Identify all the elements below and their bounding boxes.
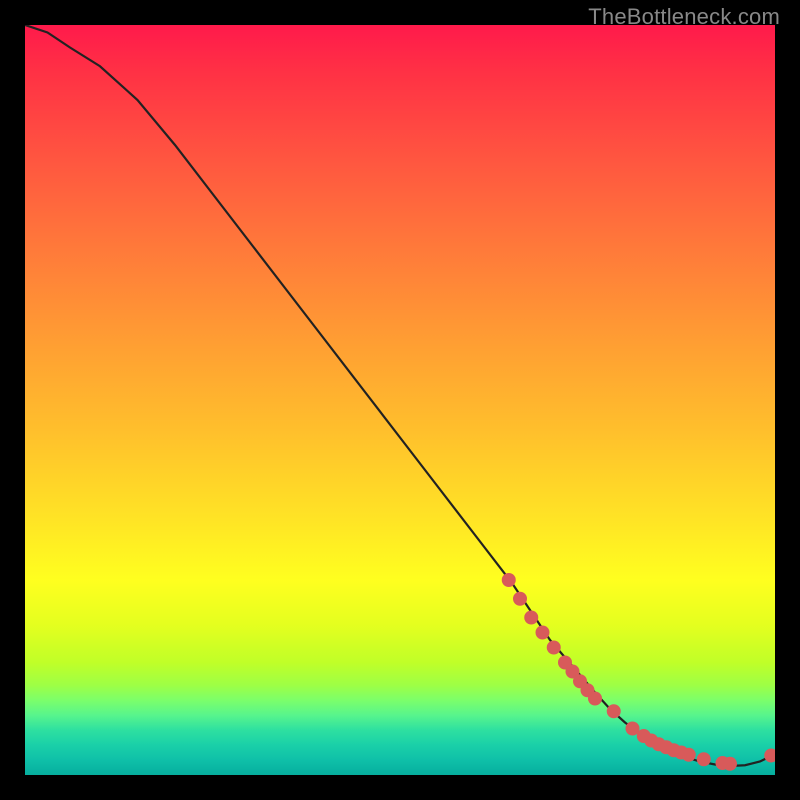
chart-svg <box>25 25 775 775</box>
chart-container: TheBottleneck.com <box>0 0 800 800</box>
curve-marker <box>723 757 737 771</box>
curve-marker <box>513 592 527 606</box>
curve-marker <box>547 641 561 655</box>
curve-marker <box>536 626 550 640</box>
curve-marker <box>524 611 538 625</box>
bottleneck-curve <box>25 25 775 766</box>
curve-marker <box>607 704 621 718</box>
curve-marker <box>502 573 516 587</box>
curve-marker <box>588 692 602 706</box>
plot-area <box>25 25 775 775</box>
curve-marker <box>697 752 711 766</box>
watermark-text: TheBottleneck.com <box>588 4 780 30</box>
curve-marker <box>682 748 696 762</box>
curve-marker <box>764 749 775 763</box>
curve-markers <box>502 573 775 771</box>
